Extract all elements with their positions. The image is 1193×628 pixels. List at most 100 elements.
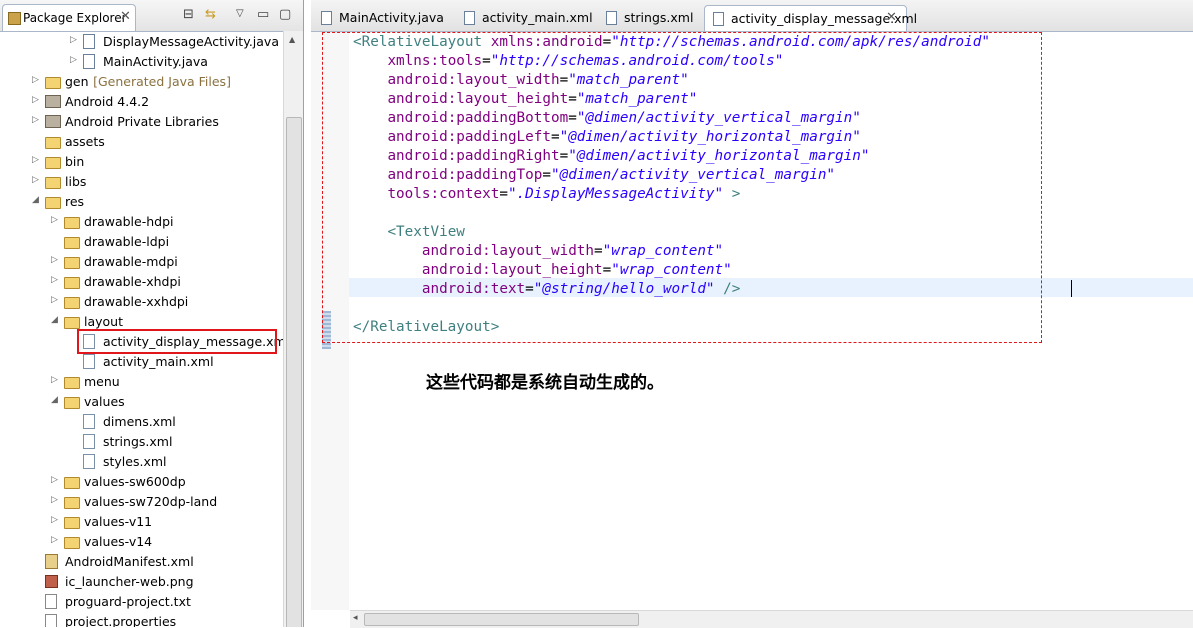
collapsed-arrow-icon[interactable]: ▷ <box>51 255 58 265</box>
scroll-left-arrow-icon[interactable]: ◂ <box>353 613 358 623</box>
tree-vertical-scrollbar[interactable]: ▲ <box>283 31 303 627</box>
code-line: android:layout_height="match_parent" <box>353 90 697 109</box>
tree-item[interactable]: ic_launcher-web.png <box>0 572 283 592</box>
expanded-arrow-icon[interactable]: ◢ <box>32 195 39 205</box>
tree-item[interactable]: ▷ gen [Generated Java Files] <box>0 72 283 92</box>
tree-item[interactable]: ▷ values-sw600dp <box>0 472 283 492</box>
tree-item[interactable]: ▷ drawable-xhdpi <box>0 272 283 292</box>
tree-item-label: values <box>84 394 125 409</box>
collapse-all-icon[interactable]: ⊟ <box>183 7 194 22</box>
java-file-icon <box>83 34 95 49</box>
selection-highlight-box <box>77 329 277 354</box>
close-icon[interactable]: ✕ <box>120 9 131 24</box>
view-menu-icon[interactable]: ▽ <box>236 8 244 19</box>
collapsed-arrow-icon[interactable]: ▷ <box>32 175 39 185</box>
folder-icon <box>64 497 80 509</box>
tree-item-label: values-v11 <box>84 514 153 529</box>
folder-icon <box>64 397 80 409</box>
collapsed-arrow-icon[interactable]: ▷ <box>51 375 58 385</box>
package-explorer-tab[interactable]: Package Explorer ✕ <box>2 4 136 31</box>
tree-item[interactable]: ▷ MainActivity.java <box>0 52 283 72</box>
tree-item-label: drawable-mdpi <box>84 254 178 269</box>
code-token: = <box>568 110 577 126</box>
code-line: tools:context=".DisplayMessageActivity" … <box>353 185 740 204</box>
collapsed-arrow-icon[interactable]: ▷ <box>51 475 58 485</box>
collapsed-arrow-icon[interactable]: ▷ <box>70 55 77 65</box>
collapsed-arrow-icon[interactable]: ▷ <box>51 515 58 525</box>
code-token: "@dimen/activity_horizontal_margin" <box>559 129 861 145</box>
tree-item[interactable]: ▷ drawable-xxhdpi <box>0 292 283 312</box>
expanded-arrow-icon[interactable]: ◢ <box>51 315 58 325</box>
collapsed-arrow-icon[interactable]: ▷ <box>70 35 77 45</box>
tree-item[interactable]: ▷ drawable-hdpi <box>0 212 283 232</box>
folder-icon <box>64 257 80 269</box>
tree-item[interactable]: strings.xml <box>0 432 283 452</box>
tree-item[interactable]: ▷ bin <box>0 152 283 172</box>
java-file-icon <box>321 11 332 25</box>
code-token: > <box>731 186 741 202</box>
code-token: android:paddingRight <box>387 148 560 164</box>
tree-item[interactable]: dimens.xml <box>0 412 283 432</box>
editor-horizontal-scrollbar[interactable]: ◂ <box>350 610 1193 628</box>
tree-item[interactable]: AndroidManifest.xml <box>0 552 283 572</box>
tree-item-label: bin <box>65 154 85 169</box>
tree-item[interactable]: ▷ values-sw720dp-land <box>0 492 283 512</box>
minimize-icon[interactable]: ▭ <box>257 7 269 22</box>
xml-file-icon <box>464 11 475 25</box>
tree-item[interactable]: proguard-project.txt <box>0 592 283 612</box>
collapsed-arrow-icon[interactable]: ▷ <box>51 535 58 545</box>
tree-item-label: ic_launcher-web.png <box>65 574 194 589</box>
scroll-up-arrow-icon[interactable]: ▲ <box>289 35 295 44</box>
editor-tab[interactable]: MainActivity.java <box>313 5 455 30</box>
tree-item[interactable]: ▷ drawable-mdpi <box>0 252 283 272</box>
tree-item[interactable]: activity_main.xml <box>0 352 283 372</box>
package-explorer-tabbar: Package Explorer ✕ ⊟ ⇆ ▽ ▭ ▢ <box>0 0 303 32</box>
tree-item[interactable]: ▷ libs <box>0 172 283 192</box>
tree-item[interactable]: styles.xml <box>0 452 283 472</box>
editor-tab-active[interactable]: activity_display_message.xml ✕ <box>704 5 917 31</box>
collapsed-arrow-icon[interactable]: ▷ <box>51 295 58 305</box>
tree-item[interactable]: ◢ values <box>0 392 283 412</box>
code-token: "wrap_content" <box>602 243 724 259</box>
tree-item[interactable]: ▷ values-v14 <box>0 532 283 552</box>
close-icon[interactable]: ✕ <box>886 10 897 25</box>
tree-item[interactable]: ◢ res <box>0 192 283 212</box>
tree-item-label: values-sw600dp <box>84 474 186 489</box>
tree-item-label: dimens.xml <box>103 414 176 429</box>
collapsed-arrow-icon[interactable]: ▷ <box>32 115 39 125</box>
tree-item[interactable]: drawable-ldpi <box>0 232 283 252</box>
maximize-icon[interactable]: ▢ <box>279 7 291 22</box>
tree-scroll-thumb[interactable] <box>286 117 302 627</box>
code-token: = <box>594 243 603 259</box>
tree-item[interactable]: ▷ DisplayMessageActivity.java <box>0 32 283 52</box>
tree-item[interactable]: ▷ values-v11 <box>0 512 283 532</box>
collapsed-arrow-icon[interactable]: ▷ <box>51 275 58 285</box>
code-token: "http://schemas.android.com/tools" <box>490 53 784 69</box>
tree-item[interactable]: ▷ Android 4.4.2 <box>0 92 283 112</box>
tree-item-label: proguard-project.txt <box>65 594 191 609</box>
tree-item-label: drawable-xxhdpi <box>84 294 189 309</box>
collapsed-arrow-icon[interactable]: ▷ <box>32 155 39 165</box>
code-token: = <box>525 281 534 297</box>
collapsed-arrow-icon[interactable]: ▷ <box>32 75 39 85</box>
code-token: = <box>559 148 569 164</box>
expanded-arrow-icon[interactable]: ◢ <box>51 395 58 405</box>
tree-item[interactable]: assets <box>0 132 283 152</box>
collapsed-arrow-icon[interactable]: ▷ <box>32 95 39 105</box>
editor-tab[interactable]: activity_main.xml <box>456 5 596 30</box>
code-area[interactable]: <RelativeLayout xmlns:android="http://sc… <box>349 32 1193 610</box>
code-token: android:paddingBottom <box>387 110 569 126</box>
editor-tab[interactable]: strings.xml <box>598 5 702 30</box>
editor-tab-label: activity_main.xml <box>482 10 593 25</box>
editor-tabbar: MainActivity.java activity_main.xml string… <box>311 0 1193 32</box>
editor-scroll-thumb[interactable] <box>364 613 639 626</box>
tree-item[interactable]: ▷ menu <box>0 372 283 392</box>
code-token: = <box>559 72 569 88</box>
collapsed-arrow-icon[interactable]: ▷ <box>51 495 58 505</box>
collapsed-arrow-icon[interactable]: ▷ <box>51 215 58 225</box>
link-with-editor-icon[interactable]: ⇆ <box>205 7 216 22</box>
tree-item[interactable]: ▷ Android Private Libraries <box>0 112 283 132</box>
tree-item[interactable]: project.properties <box>0 612 283 627</box>
